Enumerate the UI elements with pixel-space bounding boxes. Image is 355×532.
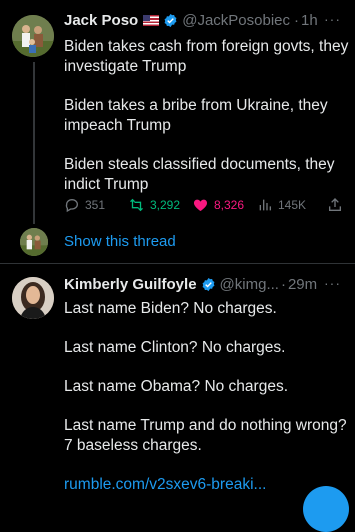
like-button[interactable]: 8,326: [192, 197, 244, 213]
author-name[interactable]: Kimberly Guilfoyle: [64, 276, 197, 293]
tweet-time[interactable]: 1h: [301, 12, 318, 29]
analytics-icon: [259, 199, 271, 211]
tweet-paragraph: Biden steals classified documents, they …: [64, 156, 335, 193]
us-flag-icon: [143, 15, 160, 26]
thread-avatar[interactable]: [20, 228, 48, 256]
author-handle[interactable]: @JackPosobiec: [182, 12, 290, 29]
tweet-paragraph: Last name Trump and do nothing wrong? 7 …: [64, 417, 347, 454]
tweet-link[interactable]: rumble.com/v2sxev6-breaki...: [64, 475, 349, 495]
view-count: 145K: [278, 198, 307, 212]
author-name[interactable]: Jack Poso: [64, 12, 138, 29]
reply-icon: [65, 198, 78, 213]
action-bar: 351 3,292 8,326 145K: [64, 197, 349, 217]
separator-dot: ·: [294, 12, 299, 29]
separator-dot: ·: [280, 276, 286, 293]
tweet-text: Biden takes cash from foreign govts, the…: [64, 37, 349, 214]
thread-line: [33, 62, 35, 224]
tweet-paragraph: Last name Biden? No charges.: [64, 300, 277, 317]
retweet-count: 3,292: [150, 198, 181, 212]
tweet-time[interactable]: 29m: [288, 276, 317, 293]
heart-icon: [193, 199, 208, 211]
share-button[interactable]: [327, 197, 348, 213]
avatar[interactable]: [12, 277, 54, 319]
show-thread-link[interactable]: Show this thread: [64, 233, 176, 250]
retweet-button[interactable]: 3,292: [128, 197, 180, 213]
tweet-text: Last name Biden? No charges. Last name C…: [64, 299, 349, 514]
tweet-paragraph: Biden takes a bribe from Ukraine, they i…: [64, 97, 328, 134]
tweet-paragraph: Last name Obama? No charges.: [64, 378, 289, 395]
tweet-paragraph: Last name Clinton? No charges.: [64, 339, 286, 356]
author-handle[interactable]: @kimg...: [220, 276, 279, 293]
tweet-header: Kimberly Guilfoyle @kimg... · 29m: [64, 276, 317, 293]
compose-button[interactable]: [303, 486, 349, 532]
share-icon: [329, 198, 341, 211]
retweet-icon: [130, 198, 143, 212]
views-button[interactable]: 145K: [257, 197, 306, 213]
avatar[interactable]: [12, 15, 54, 57]
tweet-header: Jack Poso @JackPosobiec · 1h: [64, 12, 318, 29]
tweet-paragraph: Biden takes cash from foreign govts, the…: [64, 38, 349, 75]
like-count: 8,326: [214, 198, 245, 212]
more-options-icon[interactable]: ···: [324, 11, 341, 27]
more-options-icon[interactable]: ···: [324, 275, 341, 291]
reply-button[interactable]: 351: [64, 197, 105, 213]
verified-badge-icon: [164, 13, 177, 28]
tweet-jack-poso[interactable]: Jack Poso @JackPosobiec · 1h ··· Biden t…: [0, 0, 355, 262]
verified-badge-icon: [202, 277, 214, 292]
divider: [0, 263, 355, 264]
reply-count: 351: [85, 198, 106, 212]
